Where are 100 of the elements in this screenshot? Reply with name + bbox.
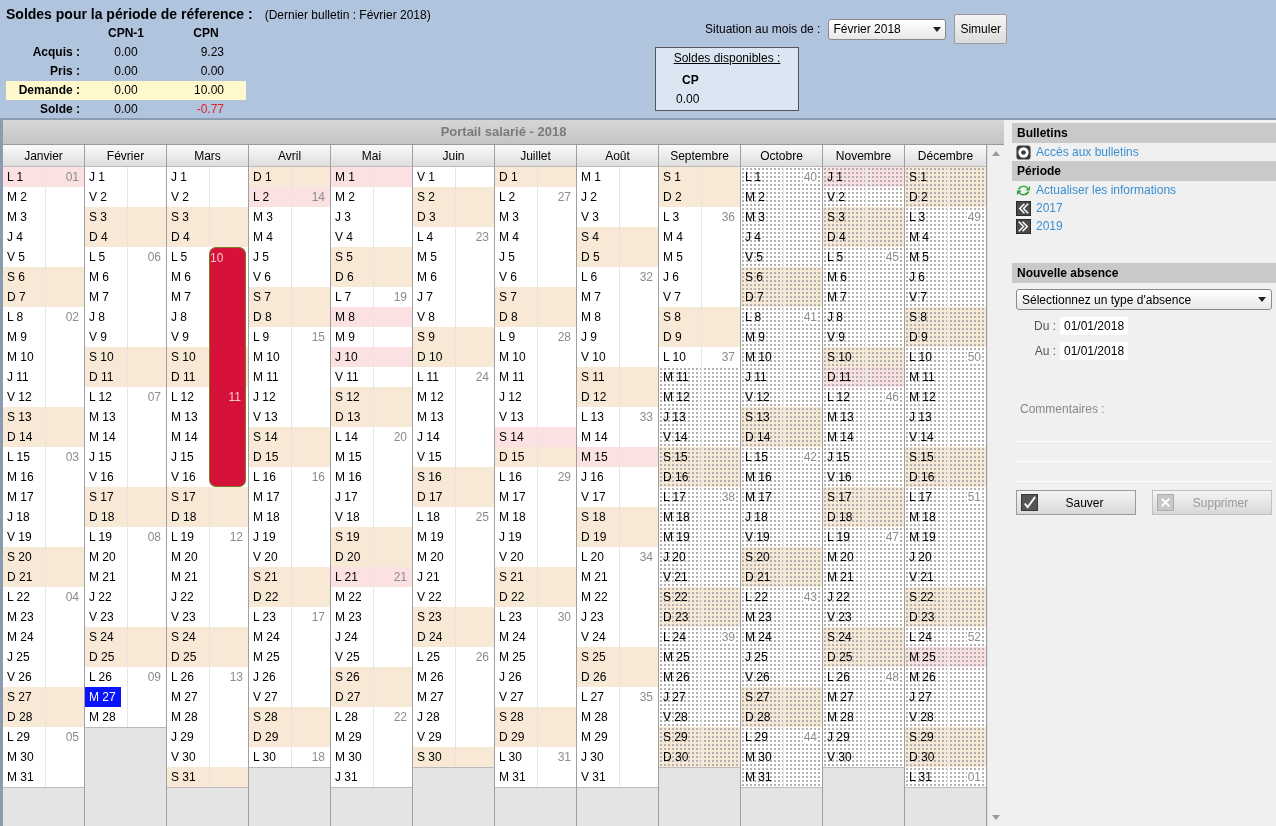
day-cell[interactable]: M 27 <box>85 687 166 707</box>
day-cell[interactable]: S 7 <box>495 287 576 307</box>
day-cell[interactable]: V 28 <box>659 707 740 727</box>
day-cell[interactable]: L 16 16 <box>249 467 330 487</box>
day-cell[interactable]: L 16 29 <box>495 467 576 487</box>
day-cell[interactable]: D 28 <box>741 707 822 727</box>
day-cell[interactable]: L 24 52 <box>905 627 986 647</box>
date-field[interactable]: 01/01/2018 <box>1060 317 1129 335</box>
day-cell[interactable]: V 21 <box>659 567 740 587</box>
day-cell[interactable]: S 28 <box>495 707 576 727</box>
day-cell[interactable]: D 18 <box>85 507 166 527</box>
day-cell[interactable]: J 5 <box>249 247 330 267</box>
day-cell[interactable]: S 17 <box>167 487 248 507</box>
day-cell[interactable]: L 31 01 <box>905 767 986 787</box>
day-cell[interactable]: D 9 <box>659 327 740 347</box>
day-cell[interactable]: V 7 <box>659 287 740 307</box>
day-cell[interactable]: S 29 <box>905 727 986 747</box>
day-cell[interactable]: S 3 <box>85 207 166 227</box>
day-cell[interactable]: L 19 12 <box>167 527 248 547</box>
day-cell[interactable]: J 7 <box>413 287 494 307</box>
day-cell[interactable]: L 20 34 <box>577 547 658 567</box>
day-cell[interactable]: D 18 <box>823 507 904 527</box>
day-cell[interactable]: M 4 <box>659 227 740 247</box>
day-cell[interactable]: D 4 <box>85 227 166 247</box>
day-cell[interactable]: J 10 <box>331 347 412 367</box>
day-cell[interactable]: D 9 <box>905 327 986 347</box>
day-cell[interactable]: M 11 <box>249 367 330 387</box>
day-cell[interactable]: V 6 <box>249 267 330 287</box>
day-cell[interactable]: V 2 <box>167 187 248 207</box>
day-cell[interactable]: D 3 <box>413 207 494 227</box>
day-cell[interactable]: L 3 49 <box>905 207 986 227</box>
day-cell[interactable]: S 10 <box>823 347 904 367</box>
day-cell[interactable]: L 15 03 <box>3 447 84 467</box>
day-cell[interactable]: M 10 <box>741 347 822 367</box>
day-cell[interactable]: M 20 <box>823 547 904 567</box>
day-cell[interactable]: V 8 <box>413 307 494 327</box>
day-cell[interactable]: M 13 <box>823 407 904 427</box>
day-cell[interactable]: L 5 10 <box>167 247 248 267</box>
day-cell[interactable]: L 2 27 <box>495 187 576 207</box>
day-cell[interactable]: J 27 <box>659 687 740 707</box>
day-cell[interactable]: S 8 <box>905 307 986 327</box>
day-cell[interactable]: D 13 <box>331 407 412 427</box>
day-cell[interactable]: S 31 <box>167 767 248 787</box>
day-cell[interactable]: M 2 <box>3 187 84 207</box>
day-cell[interactable]: D 8 <box>495 307 576 327</box>
day-cell[interactable]: L 5 45 <box>823 247 904 267</box>
day-cell[interactable]: M 6 <box>85 267 166 287</box>
day-cell[interactable]: D 2 <box>659 187 740 207</box>
day-cell[interactable]: D 1 <box>249 167 330 187</box>
day-cell[interactable]: J 4 <box>741 227 822 247</box>
day-cell[interactable]: M 24 <box>495 627 576 647</box>
day-cell[interactable]: J 9 <box>577 327 658 347</box>
day-cell[interactable]: S 17 <box>85 487 166 507</box>
day-cell[interactable]: M 12 <box>659 387 740 407</box>
day-cell[interactable]: M 24 <box>741 627 822 647</box>
day-cell[interactable]: S 25 <box>577 647 658 667</box>
day-cell[interactable]: D 7 <box>3 287 84 307</box>
day-cell[interactable]: L 6 32 <box>577 267 658 287</box>
day-cell[interactable]: D 23 <box>905 607 986 627</box>
day-cell[interactable]: J 1 <box>823 167 904 187</box>
day-cell[interactable]: D 1 <box>495 167 576 187</box>
day-cell[interactable]: M 24 <box>3 627 84 647</box>
day-cell[interactable]: M 25 <box>905 647 986 667</box>
day-cell[interactable]: S 3 <box>167 207 248 227</box>
day-cell[interactable]: M 14 <box>167 427 248 447</box>
day-cell[interactable]: L 17 38 <box>659 487 740 507</box>
day-cell[interactable]: D 4 <box>823 227 904 247</box>
day-cell[interactable]: V 27 <box>495 687 576 707</box>
day-cell[interactable]: D 25 <box>85 647 166 667</box>
day-cell[interactable]: V 5 <box>741 247 822 267</box>
day-cell[interactable]: D 30 <box>659 747 740 767</box>
day-cell[interactable]: M 29 <box>577 727 658 747</box>
day-cell[interactable]: M 4 <box>249 227 330 247</box>
day-cell[interactable]: J 5 <box>495 247 576 267</box>
day-cell[interactable]: M 1 <box>331 167 412 187</box>
day-cell[interactable]: J 19 <box>249 527 330 547</box>
day-cell[interactable]: J 22 <box>85 587 166 607</box>
day-cell[interactable]: J 17 <box>331 487 412 507</box>
day-cell[interactable]: M 14 <box>823 427 904 447</box>
day-cell[interactable]: J 28 <box>413 707 494 727</box>
day-cell[interactable]: S 26 <box>331 667 412 687</box>
day-cell[interactable]: D 15 <box>249 447 330 467</box>
day-cell[interactable]: V 13 <box>249 407 330 427</box>
day-cell[interactable]: M 6 <box>167 267 248 287</box>
day-cell[interactable]: M 21 <box>823 567 904 587</box>
day-cell[interactable]: V 9 <box>85 327 166 347</box>
day-cell[interactable]: J 20 <box>905 547 986 567</box>
scroll-down-icon[interactable] <box>992 815 1000 820</box>
day-cell[interactable]: V 19 <box>741 527 822 547</box>
absence-segment[interactable]: 10 <box>209 247 246 267</box>
day-cell[interactable]: L 24 39 <box>659 627 740 647</box>
day-cell[interactable]: S 22 <box>659 587 740 607</box>
day-cell[interactable]: L 27 35 <box>577 687 658 707</box>
day-cell[interactable]: M 13 <box>167 407 248 427</box>
month-dropdown[interactable]: Février 2018 <box>828 18 947 40</box>
day-cell[interactable]: M 19 <box>413 527 494 547</box>
day-cell[interactable]: M 25 <box>495 647 576 667</box>
day-cell[interactable]: L 8 02 <box>3 307 84 327</box>
day-cell[interactable]: D 8 <box>249 307 330 327</box>
day-cell[interactable]: M 31 <box>495 767 576 787</box>
